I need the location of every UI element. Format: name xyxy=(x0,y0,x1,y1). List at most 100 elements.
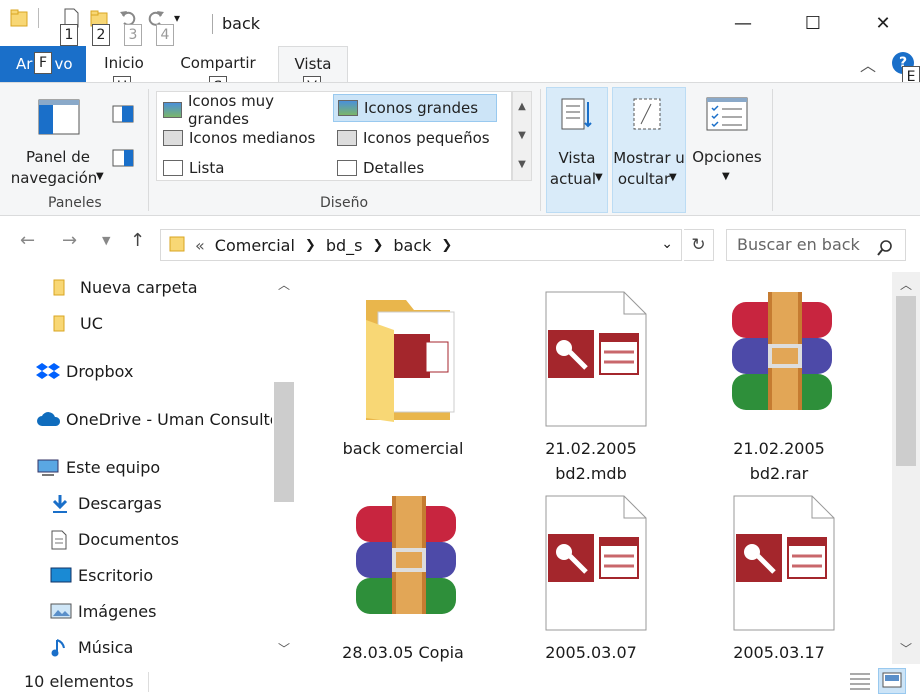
sidebar-item-este-equipo[interactable]: Este equipo xyxy=(0,452,272,482)
close-button[interactable]: ✕ xyxy=(860,0,906,46)
nav-pane-button[interactable]: Panel de navegación ▼ xyxy=(8,87,108,191)
large-icons-icon xyxy=(338,100,358,116)
file-item[interactable]: 21.02.2005 bd2.mdb xyxy=(496,290,686,486)
scroll-down-icon[interactable]: ﹀ xyxy=(278,640,290,657)
back-icon[interactable]: ← xyxy=(20,230,35,251)
sidebar-item-label: Escritorio xyxy=(78,565,154,585)
sidebar-item-musica[interactable]: Música xyxy=(0,632,272,662)
pictures-icon xyxy=(50,602,72,620)
file-name: 2005.03.07 xyxy=(545,643,637,662)
file-name-line2: bd2.mdb xyxy=(555,464,627,483)
show-hide-label-1: Mostrar u xyxy=(613,149,685,167)
layout-small-icons[interactable]: Iconos pequeños xyxy=(333,124,497,152)
recent-locations-icon[interactable]: ▼ xyxy=(102,234,110,247)
search-placeholder: Buscar en back xyxy=(737,235,860,254)
content-scroll-thumb[interactable] xyxy=(896,296,916,466)
breadcrumb-chevron-icon[interactable]: ❯ xyxy=(305,238,316,253)
breadcrumb-bd-s[interactable]: bd_s xyxy=(326,236,363,255)
up-icon[interactable]: ↑ xyxy=(130,230,145,251)
file-item[interactable]: back comercial xyxy=(308,290,498,461)
current-view-label-1: Vista xyxy=(558,149,596,167)
sidebar-item-imagenes[interactable]: Imágenes xyxy=(0,596,272,626)
sidebar-item-descargas[interactable]: Descargas xyxy=(0,488,272,518)
maximize-button[interactable]: ☐ xyxy=(790,0,836,46)
layout-medium-icons[interactable]: Iconos medianos xyxy=(159,124,331,152)
refresh-icon[interactable]: ↻ xyxy=(684,229,714,261)
file-item[interactable]: 2005.03.17 xyxy=(684,494,874,664)
sidebar-scrollbar[interactable]: ︿ ﹀ xyxy=(272,272,296,664)
scroll-up-icon[interactable]: ︿ xyxy=(900,276,912,293)
breadcrumb-overflow[interactable]: « xyxy=(195,236,205,255)
sidebar-item-label: Descargas xyxy=(78,493,162,513)
forward-icon[interactable]: → xyxy=(62,230,77,251)
show-hide-button[interactable]: Mostrar u ocultar ▼ xyxy=(612,87,686,213)
minimize-button[interactable]: — xyxy=(720,0,766,46)
preview-pane-icon[interactable] xyxy=(112,105,134,127)
content-scrollbar[interactable]: ︿ ﹀ xyxy=(892,272,920,664)
tab-archivo-label-a: Ar xyxy=(16,55,33,73)
group-separator xyxy=(540,89,541,211)
sidebar-item-uc[interactable]: UC xyxy=(0,308,272,338)
file-list: back comercial 21.02.2005 bd2.mdb 21.02.… xyxy=(298,272,892,664)
sidebar-item-label: Imágenes xyxy=(78,601,157,621)
nav-pane-icon xyxy=(38,99,80,139)
current-view-button[interactable]: Vista actual ▼ xyxy=(546,87,608,213)
folder-icon xyxy=(169,234,185,256)
gallery-down-icon[interactable]: ▼ xyxy=(513,121,531,150)
chevron-down-icon: ▼ xyxy=(669,172,677,183)
keytip-2: 2 xyxy=(92,24,110,46)
layout-details[interactable]: Detalles xyxy=(333,154,497,182)
breadcrumb-chevron-icon[interactable]: ❯ xyxy=(372,238,383,253)
address-bar[interactable]: « Comercial ❯ bd_s ❯ back ❯ ⌄ xyxy=(160,229,682,261)
scroll-up-icon[interactable]: ︿ xyxy=(278,276,290,293)
computer-icon xyxy=(36,458,60,476)
layout-list-label: Lista xyxy=(189,159,225,177)
sidebar-item-documentos[interactable]: Documentos xyxy=(0,524,272,554)
sidebar-item-label: Dropbox xyxy=(66,361,134,381)
details-pane-icon[interactable] xyxy=(112,149,134,171)
qat-dropdown-icon[interactable]: ▾ xyxy=(174,8,186,28)
show-hide-icon xyxy=(633,98,663,136)
search-input[interactable]: Buscar en back xyxy=(726,229,906,261)
search-icon[interactable] xyxy=(877,236,893,266)
documents-icon xyxy=(50,530,70,550)
layout-large-icons[interactable]: Iconos grandes xyxy=(333,94,497,122)
sidebar-item-escritorio[interactable]: Escritorio xyxy=(0,560,272,590)
file-name-line2: bd2.rar xyxy=(749,464,809,483)
ribbon-collapse-icon[interactable]: ︿ xyxy=(860,52,876,76)
status-separator xyxy=(148,672,149,692)
music-icon xyxy=(50,638,70,657)
file-item[interactable]: 21.02.2005 bd2.rar xyxy=(684,290,874,486)
layout-list[interactable]: Lista xyxy=(159,154,331,182)
file-name: 2005.03.17 xyxy=(733,643,825,662)
breadcrumb-comercial[interactable]: Comercial xyxy=(215,236,295,255)
sidebar-item-nueva-carpeta[interactable]: Nueva carpeta xyxy=(0,272,272,302)
desktop-icon xyxy=(50,566,72,584)
gallery-more-icon[interactable]: ▼ xyxy=(513,150,531,179)
gallery-scrollbar[interactable]: ▲ ▼ ▼ xyxy=(512,91,532,181)
large-icons-view-icon[interactable] xyxy=(878,668,906,694)
file-name: 21.02.2005 xyxy=(733,439,825,458)
breadcrumb-chevron-icon[interactable]: ❯ xyxy=(441,238,452,253)
file-item[interactable]: 2005.03.07 xyxy=(496,494,686,664)
sidebar-item-label: Nueva carpeta xyxy=(80,277,198,297)
layout-extra-large-icons[interactable]: Iconos muy grandes xyxy=(159,92,331,128)
layout-large-label: Iconos grandes xyxy=(364,99,479,117)
options-button[interactable]: Opciones ▼ xyxy=(690,87,764,213)
rar-archive-icon xyxy=(338,494,468,634)
sort-by-icon xyxy=(561,98,593,136)
file-name: back comercial xyxy=(342,439,464,458)
file-item[interactable]: 28.03.05 Copia xyxy=(308,494,498,664)
gallery-up-icon[interactable]: ▲ xyxy=(513,92,531,121)
breadcrumb-back[interactable]: back xyxy=(393,236,431,255)
options-label: Opciones xyxy=(692,148,762,166)
sidebar-scroll-thumb[interactable] xyxy=(274,382,294,502)
access-database-icon xyxy=(526,290,656,430)
details-icon xyxy=(337,160,357,176)
address-dropdown-icon[interactable]: ⌄ xyxy=(661,236,673,252)
sidebar-item-onedrive[interactable]: OneDrive - Uman Consulto xyxy=(0,404,272,434)
sidebar-item-dropbox[interactable]: Dropbox xyxy=(0,356,272,386)
keytip-3: 3 xyxy=(124,24,142,46)
details-view-icon[interactable] xyxy=(846,668,874,694)
scroll-down-icon[interactable]: ﹀ xyxy=(900,640,912,657)
